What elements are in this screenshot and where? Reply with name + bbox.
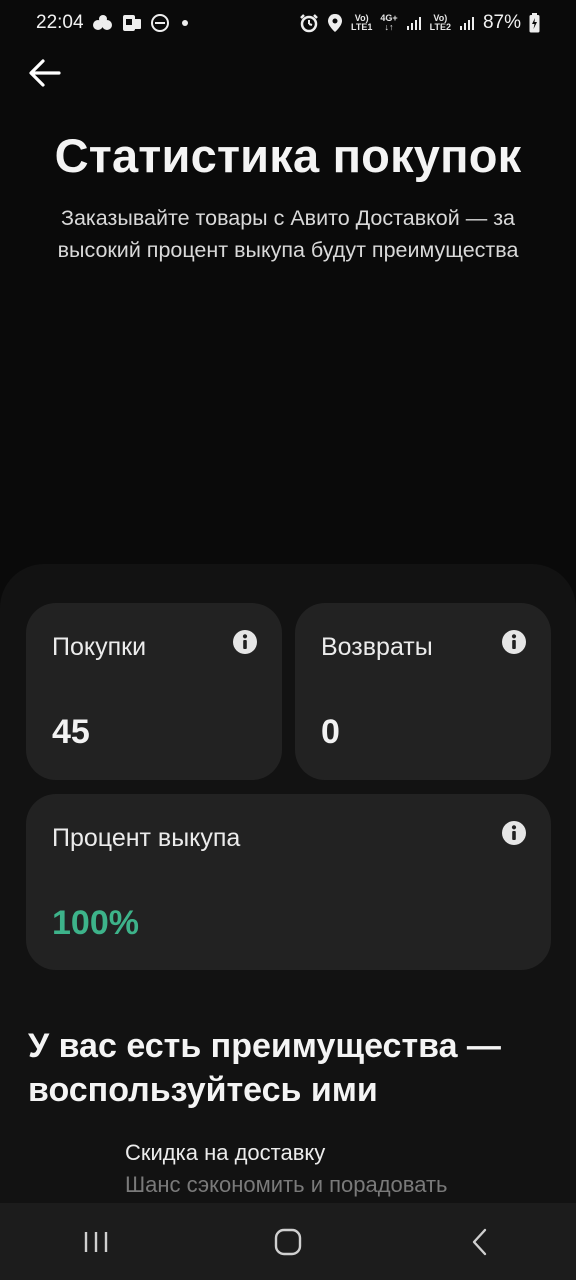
benefit-item[interactable]: Скидка на доставку Шанс сэкономить и пор… bbox=[125, 1138, 565, 1202]
arrow-left-icon bbox=[29, 59, 61, 87]
home-icon bbox=[274, 1228, 302, 1255]
battery-percent: 87% bbox=[482, 12, 521, 33]
screen: 22:04 Vo) LTE1 4G+ ↓↑ Vo) LTE2 87% Стати… bbox=[0, 0, 576, 1280]
purchases-value: 45 bbox=[52, 713, 90, 751]
info-icon[interactable] bbox=[501, 629, 527, 655]
battery-icon bbox=[529, 13, 540, 33]
sim1-bottom: LTE1 bbox=[351, 22, 373, 32]
system-nav-bar bbox=[0, 1203, 576, 1280]
page-subtitle: Заказывайте товары с Авито Доставкой — з… bbox=[57, 206, 519, 262]
back-button[interactable] bbox=[22, 50, 68, 96]
returns-card[interactable]: Возвраты 0 bbox=[295, 603, 551, 780]
info-icon[interactable] bbox=[232, 629, 258, 655]
signal-icon bbox=[406, 15, 422, 31]
cloud-dots-icon bbox=[92, 14, 114, 32]
sim1-indicator: Vo) LTE1 bbox=[351, 14, 372, 32]
returns-value: 0 bbox=[321, 713, 340, 751]
back-chevron-icon bbox=[472, 1228, 487, 1255]
signal-icon bbox=[459, 15, 475, 31]
recents-button[interactable] bbox=[56, 1212, 136, 1272]
info-icon[interactable] bbox=[501, 820, 527, 846]
status-left: 22:04 bbox=[36, 12, 192, 34]
location-icon bbox=[327, 13, 343, 33]
alarm-icon bbox=[299, 13, 319, 33]
home-button[interactable] bbox=[248, 1212, 328, 1272]
dot-icon bbox=[178, 16, 192, 30]
dnd-icon bbox=[150, 13, 170, 33]
returns-label: Возвраты bbox=[321, 633, 433, 661]
sim2-bottom: LTE2 bbox=[429, 22, 451, 32]
purchases-label: Покупки bbox=[52, 633, 147, 661]
nav-back-button[interactable] bbox=[440, 1212, 520, 1272]
buyout-label: Процент выкупа bbox=[52, 824, 241, 852]
sim2-indicator: Vo) LTE2 bbox=[430, 14, 451, 32]
buyout-card[interactable]: Процент выкупа 100% bbox=[26, 794, 551, 970]
status-time: 22:04 bbox=[36, 12, 84, 33]
net-type: 4G+ bbox=[380, 13, 398, 23]
benefit-title: Скидка на доставку bbox=[125, 1140, 326, 1165]
benefits-title: У вас есть преимущества — воспользуйтесь… bbox=[28, 1027, 501, 1109]
recents-icon bbox=[84, 1231, 108, 1252]
status-right: Vo) LTE1 4G+ ↓↑ Vo) LTE2 87% bbox=[299, 12, 540, 34]
status-bar: 22:04 Vo) LTE1 4G+ ↓↑ Vo) LTE2 87% bbox=[0, 0, 576, 46]
benefit-description: Шанс сэкономить и порадовать bbox=[125, 1172, 448, 1197]
sim-card-icon bbox=[122, 13, 142, 33]
page-title: Статистика покупок bbox=[54, 129, 522, 182]
purchases-card[interactable]: Покупки 45 bbox=[26, 603, 282, 780]
buyout-value: 100% bbox=[52, 904, 139, 942]
network-indicator: 4G+ ↓↑ bbox=[380, 13, 398, 32]
